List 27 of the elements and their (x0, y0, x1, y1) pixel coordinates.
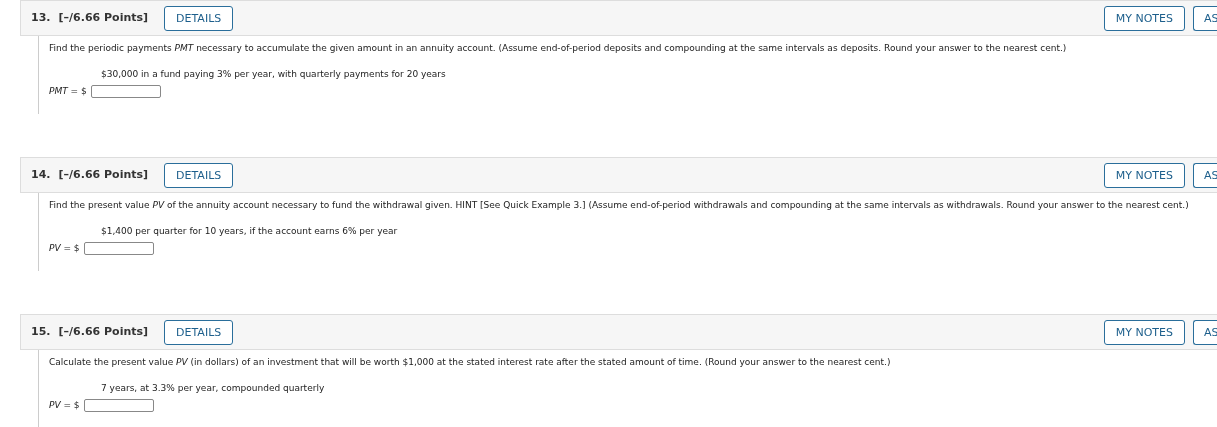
ask-button[interactable]: AS (1193, 5, 1217, 31)
question-prompt: Calculate the present value PV (in dollars) of an investment that will be worth $1,000 at the stated interest rate after the stated amount of time. (Round your answer to the nearest cent.) (49, 356, 892, 369)
ask-button[interactable]: AS (1193, 319, 1217, 345)
question-number: 14. (31, 166, 51, 183)
question-prompt: Find the present value PV of the annuity account necessary to fund the withdrawal given. HINT [See Quick Example 3.] (Assume end-of-period withdrawals and compounding at the same intervals as withdrawals. Round your answer to the nearest cent.) (49, 199, 1190, 212)
answer-label: PV = $ (49, 399, 80, 412)
points-label: [–/6.66 Points] (58, 9, 149, 26)
answer-field[interactable] (90, 85, 161, 99)
my-notes-button[interactable]: MY NOTES (1103, 162, 1185, 188)
details-button[interactable]: DETAILS (164, 319, 234, 345)
given-values: $1,400 per quarter for 10 years, if the account earns 6% per year (100, 224, 399, 238)
points-label: [–/6.66 Points] (58, 166, 149, 183)
answer-label: PMT = $ (49, 85, 87, 98)
answer-field[interactable] (83, 399, 154, 413)
details-button[interactable]: DETAILS (164, 162, 234, 188)
details-button[interactable]: DETAILS (164, 5, 234, 31)
answer-label: PV = $ (49, 242, 80, 255)
ask-button[interactable]: AS (1193, 162, 1217, 188)
given-values: $30,000 in a fund paying 3% per year, with quarterly payments for 20 years (100, 67, 447, 81)
points-label: [–/6.66 Points] (58, 323, 149, 340)
question-number: 15. (31, 323, 51, 340)
question-prompt: Find the periodic payments PMT necessary to accumulate the given amount in an annuity account. (Assume end-of-period deposits and compounding at the same intervals as deposits. Round your answer to the nearest cent.) (49, 42, 1068, 55)
my-notes-button[interactable]: MY NOTES (1103, 5, 1185, 31)
given-values: 7 years, at 3.3% per year, compounded quarterly (100, 381, 326, 395)
answer-field[interactable] (83, 242, 154, 256)
question-number: 13. (31, 9, 51, 26)
my-notes-button[interactable]: MY NOTES (1103, 319, 1185, 345)
